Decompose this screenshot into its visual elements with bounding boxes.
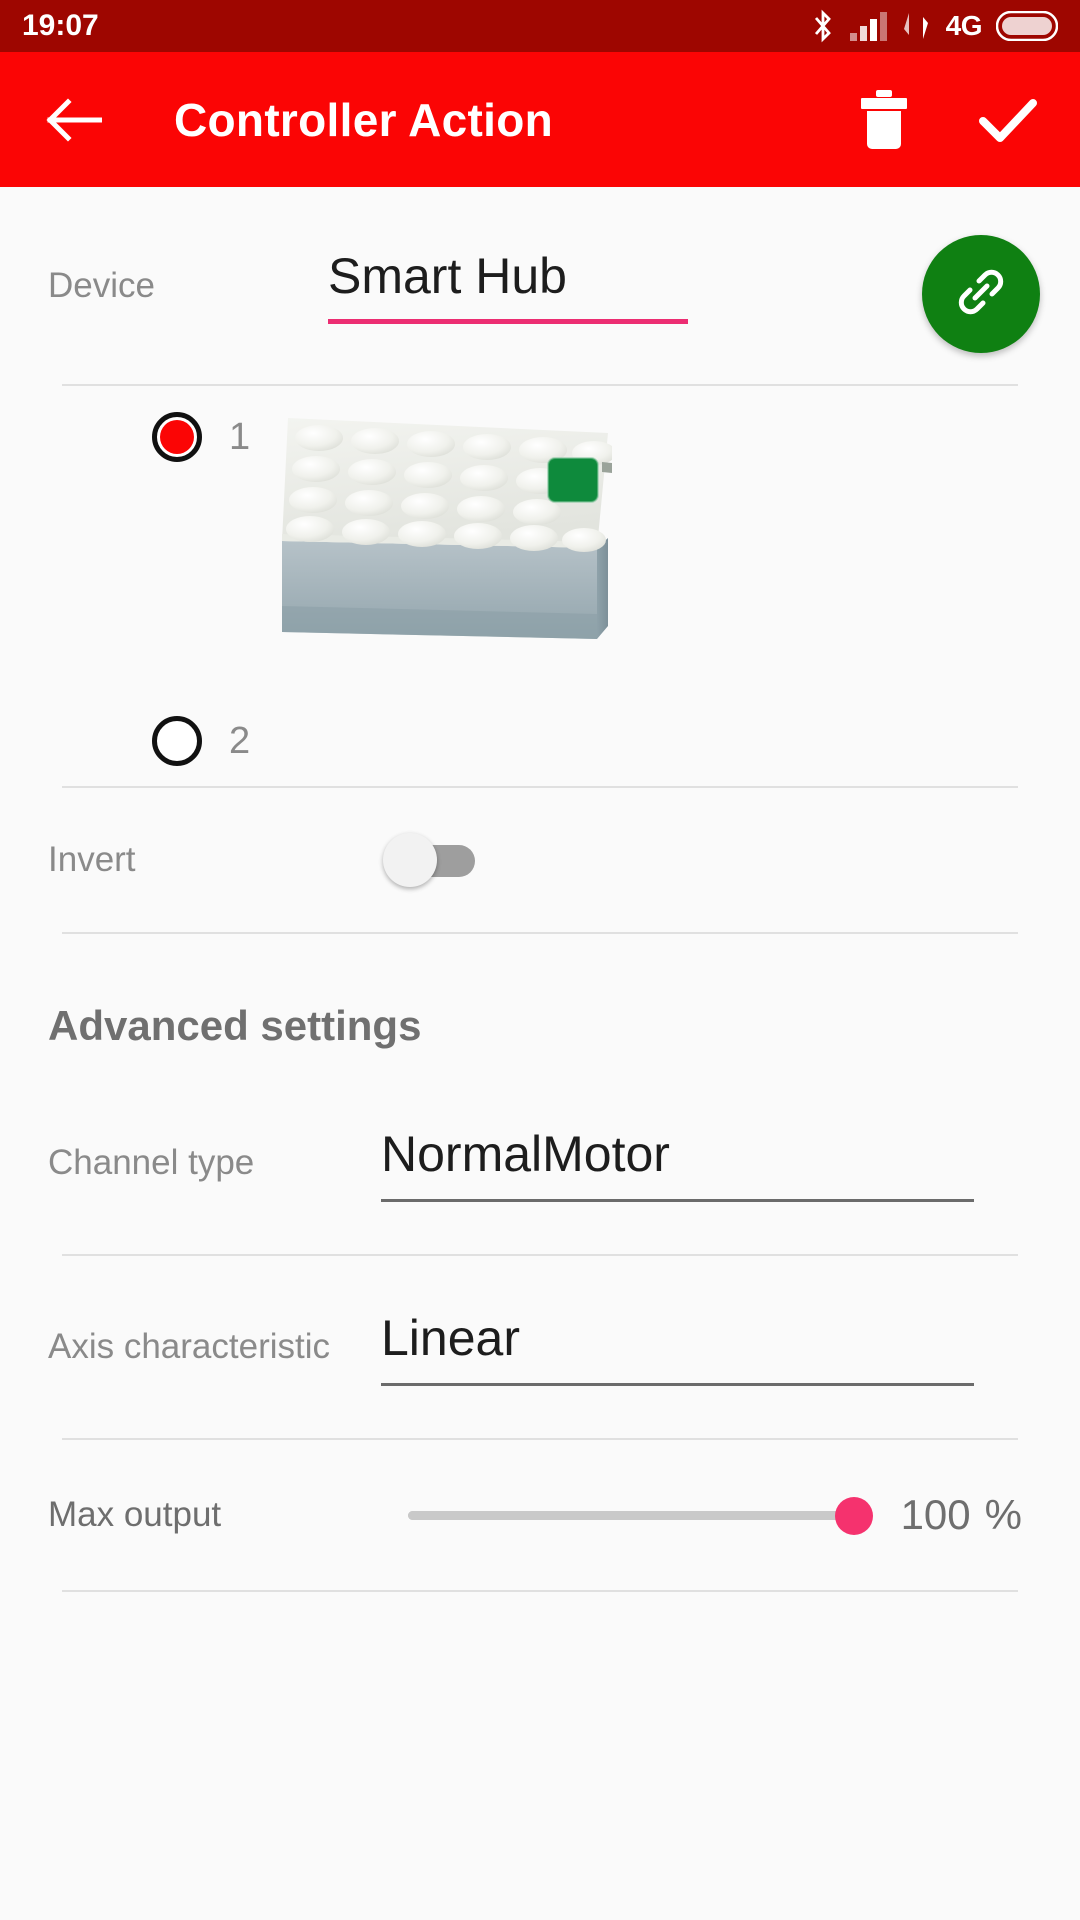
cellular-signal-icon (849, 11, 888, 41)
port-option-2[interactable]: 2 (152, 716, 250, 766)
divider (62, 1590, 1018, 1592)
axis-characteristic-select[interactable]: Linear (381, 1309, 974, 1386)
check-icon[interactable] (978, 90, 1038, 150)
link-icon (954, 265, 1008, 324)
max-output-slider-fill (408, 1511, 854, 1520)
max-output-readout: 100 % (872, 1491, 1032, 1539)
status-bar: 19:07 4G (0, 0, 1080, 52)
app-bar-actions (854, 89, 1038, 150)
data-transfer-icon (902, 11, 932, 41)
max-output-label: Max output (48, 1495, 222, 1534)
port-2-radio[interactable] (152, 716, 202, 766)
trash-icon[interactable] (854, 89, 914, 150)
max-output-slider[interactable] (408, 1491, 873, 1539)
axis-characteristic-value: Linear (381, 1309, 520, 1366)
device-label: Device (48, 265, 155, 305)
status-clock: 19:07 (22, 9, 99, 42)
app-bar: Controller Action (0, 52, 1080, 187)
link-device-button[interactable] (922, 235, 1040, 353)
bluetooth-icon (810, 9, 836, 43)
page-title: Controller Action (174, 93, 554, 146)
back-arrow-icon[interactable] (42, 88, 106, 152)
settings-content: Device Smart Hub 1 2 Invert Advanced set… (0, 187, 1080, 1592)
battery-icon (996, 11, 1058, 41)
max-output-unit: % (984, 1491, 1022, 1538)
lego-smart-hub-image (272, 396, 616, 646)
max-output-value: 100 (900, 1491, 971, 1538)
axis-characteristic-label: Axis characteristic (48, 1327, 331, 1366)
device-row: Device Smart Hub (0, 187, 1080, 384)
channel-type-row: Channel type NormalMotor (0, 1072, 1080, 1254)
controller-action-screen: 19:07 4G Controller Action Device Smart … (0, 0, 1080, 1920)
port-1-radio[interactable] (152, 412, 202, 462)
port-1-label: 1 (229, 415, 251, 458)
invert-toggle-thumb (383, 833, 437, 887)
invert-row: Invert (0, 788, 1080, 932)
axis-characteristic-row: Axis characteristic Linear (0, 1256, 1080, 1438)
invert-toggle[interactable] (383, 833, 475, 887)
port-picker: 1 2 (0, 386, 1080, 786)
network-type-label: 4G (945, 10, 983, 41)
channel-type-value: NormalMotor (381, 1125, 670, 1182)
max-output-row: Max output 100 % (0, 1440, 1080, 1590)
advanced-settings-heading: Advanced settings (48, 1002, 422, 1049)
device-select[interactable]: Smart Hub (328, 247, 688, 324)
max-output-slider-thumb[interactable] (835, 1497, 873, 1535)
status-icons: 4G (810, 9, 1058, 43)
invert-label: Invert (48, 840, 136, 879)
channel-type-label: Channel type (48, 1143, 255, 1182)
port-2-label: 2 (229, 719, 251, 762)
device-value: Smart Hub (328, 248, 567, 304)
port-option-1[interactable]: 1 (152, 412, 250, 462)
channel-type-select[interactable]: NormalMotor (381, 1125, 974, 1202)
